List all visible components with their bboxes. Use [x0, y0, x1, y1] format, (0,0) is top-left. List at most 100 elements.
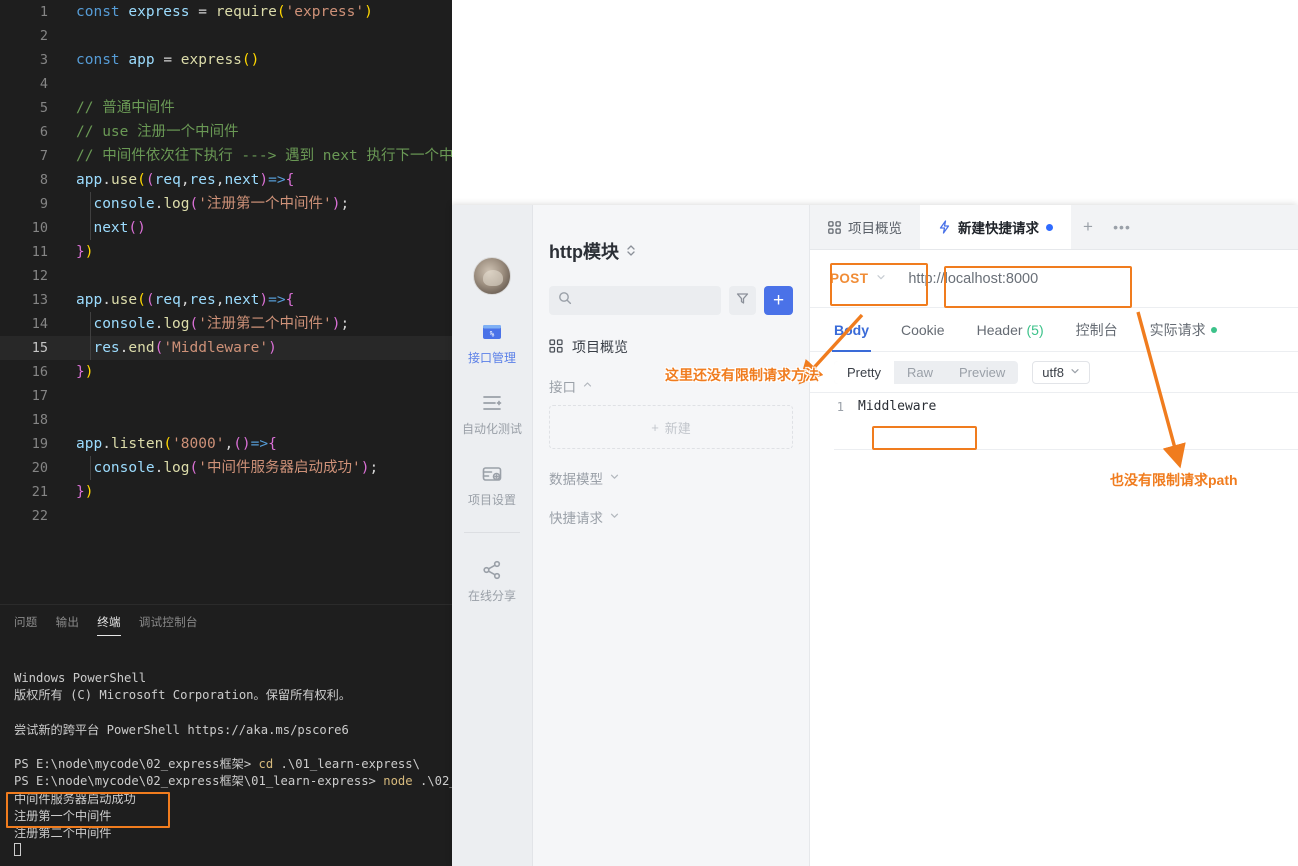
line-number: 11 [31, 244, 48, 260]
code-line[interactable]: 7 // 中间件依次往下执行 ---> 遇到 next 执行下一个中间件--->遇… [0, 144, 452, 168]
subtab-body[interactable]: Body [832, 308, 871, 352]
code-line[interactable]: 15 res.end('Middleware') [0, 336, 452, 360]
code-line[interactable]: 11}) [0, 240, 452, 264]
code-line[interactable]: 18 [0, 408, 452, 432]
code-line[interactable]: 4 [0, 72, 452, 96]
code-token: ( [241, 52, 251, 68]
code-token: . [154, 316, 164, 332]
rail-item-share[interactable]: 在线分享 [452, 559, 533, 604]
code-line[interactable]: 10 next() [0, 216, 452, 240]
line-code: console.log('中间件服务器启动成功'); [76, 456, 378, 480]
panel-tab-1[interactable]: 输出 [56, 605, 80, 639]
code-token: ; [369, 460, 379, 476]
response-body-editor[interactable]: 1 Middleware [810, 392, 1298, 420]
body-view-pretty[interactable]: Pretty [834, 360, 894, 384]
panel-tab-list[interactable]: 问题 输出 终端 调试控制台 [0, 605, 452, 639]
line-number: 9 [39, 196, 48, 212]
plus-icon: + [772, 290, 785, 311]
body-view-raw[interactable]: Raw [894, 361, 946, 384]
code-line[interactable]: 22 [0, 504, 452, 528]
automation-test-icon [481, 392, 503, 414]
filter-button[interactable] [729, 286, 756, 315]
add-request-button[interactable]: + [764, 286, 793, 315]
code-token: app [76, 436, 103, 452]
rail-item-api-management[interactable]: % 接口管理 [452, 321, 533, 366]
code-token: , [224, 436, 234, 452]
body-view-preview[interactable]: Preview [946, 361, 1018, 384]
code-token: ) [84, 244, 94, 260]
line-number: 17 [31, 388, 48, 404]
search-input[interactable] [549, 286, 721, 315]
tab-project-overview[interactable]: 项目概览 [810, 205, 920, 249]
code-line[interactable]: 21}) [0, 480, 452, 504]
project-selector[interactable]: http模块 [549, 238, 793, 264]
code-token: ( [189, 196, 199, 212]
new-interface-button[interactable]: + 新建 [549, 405, 793, 449]
code-token: console [76, 316, 155, 332]
body-view-segmented[interactable]: Pretty Raw Preview [834, 360, 1019, 384]
code-line[interactable]: 20 console.log('中间件服务器启动成功'); [0, 456, 452, 480]
code-token: . [154, 196, 164, 212]
terminal-out-2: 注册第一个中间件 [14, 808, 112, 823]
code-line[interactable]: 5 // 普通中间件 [0, 96, 452, 120]
new-tab-button[interactable]: + [1071, 205, 1105, 249]
tab-more-button[interactable]: ••• [1105, 205, 1139, 249]
rail-item-automation-test[interactable]: 自动化测试 [452, 392, 533, 437]
line-number: 19 [31, 436, 48, 452]
subtab-console[interactable]: 控制台 [1076, 308, 1118, 352]
panel-tab-2[interactable]: 终端 [97, 605, 121, 639]
code-line[interactable]: 6 // use 注册一个中间件 [0, 120, 452, 144]
method-selector[interactable]: POST [830, 271, 876, 286]
subtab-header[interactable]: Header (5) [977, 308, 1044, 352]
panel-tab-0[interactable]: 问题 [14, 605, 38, 639]
request-url-row: POST [810, 250, 1298, 308]
subtab-cookie-label: Cookie [901, 321, 945, 338]
project-title: http模块 [549, 242, 619, 262]
plus-icon-tab: + [1083, 217, 1093, 236]
code-line[interactable]: 9 console.log('注册第一个中间件'); [0, 192, 452, 216]
code-token: , [180, 292, 190, 308]
tab-new-quick-request[interactable]: 新建快捷请求 [920, 205, 1071, 249]
code-line[interactable]: 16}) [0, 360, 452, 384]
method-label: POST [830, 271, 869, 286]
subtab-cookie[interactable]: Cookie [901, 308, 945, 352]
code-line[interactable]: 1 const express = require('express') [0, 0, 452, 24]
code-editor[interactable]: 1 const express = require('express') 2 3 con… [0, 0, 452, 604]
chevron-down-icon-method[interactable] [876, 272, 886, 285]
line-number: 20 [31, 460, 48, 476]
lightning-icon [938, 220, 951, 234]
project-overview-item[interactable]: 项目概览 [549, 337, 793, 357]
rail-item-project-settings[interactable]: 项目设置 [452, 463, 533, 508]
code-token: 'Middleware' [163, 340, 269, 356]
url-input[interactable] [898, 270, 1298, 287]
code-line[interactable]: 17 [0, 384, 452, 408]
terminal-line-1: Windows PowerShell [14, 671, 147, 686]
code-lines[interactable]: 1 const express = require('express') 2 3 con… [0, 0, 452, 528]
tree-group-interfaces[interactable]: 接口 [549, 376, 793, 396]
code-token: ) [268, 340, 277, 356]
line-code: // 中间件依次往下执行 ---> 遇到 next 执行下一个中间件--->遇到… [76, 144, 452, 168]
line-code: const app = express() [76, 48, 259, 72]
code-line[interactable]: 8 app.use((req,res,next)=>{ [0, 168, 452, 192]
code-token: // use 注册一个中间件 [76, 124, 239, 140]
tree-group-quick-requests[interactable]: 快捷请求 [549, 507, 793, 527]
line-number: 10 [31, 220, 48, 236]
avatar[interactable] [473, 257, 511, 295]
line-number: 7 [39, 148, 48, 164]
encoding-selector[interactable]: utf8 [1032, 360, 1090, 384]
code-line[interactable]: 14 console.log('注册第二个中间件'); [0, 312, 452, 336]
terminal-output[interactable]: Windows PowerShell 版权所有 (C) Microsoft Co… [0, 639, 452, 866]
code-token: next [76, 220, 129, 236]
code-line[interactable]: 2 [0, 24, 452, 48]
header-count-badge: (5) [1026, 321, 1044, 338]
code-line[interactable]: 19 app.listen('8000',()=>{ [0, 432, 452, 456]
code-line[interactable]: 12 [0, 264, 452, 288]
tree-group-data-models[interactable]: 数据模型 [549, 468, 793, 488]
code-line[interactable]: 13 app.use((req,res,next)=>{ [0, 288, 452, 312]
panel-tab-3[interactable]: 调试控制台 [139, 605, 198, 639]
code-token: { [268, 436, 277, 452]
line-code: res.end('Middleware') [76, 336, 277, 360]
subtab-actual-request[interactable]: 实际请求 [1150, 308, 1217, 352]
code-token: log [163, 316, 190, 332]
code-line[interactable]: 3 const app = express() [0, 48, 452, 72]
